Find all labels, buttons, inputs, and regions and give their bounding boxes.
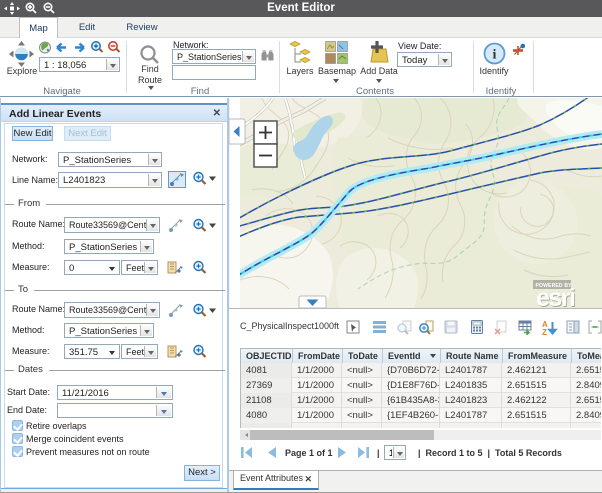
svg-text:i: i — [493, 48, 497, 63]
svg-text:esri: esri — [536, 284, 575, 308]
svg-text:Z: Z — [542, 328, 547, 335]
